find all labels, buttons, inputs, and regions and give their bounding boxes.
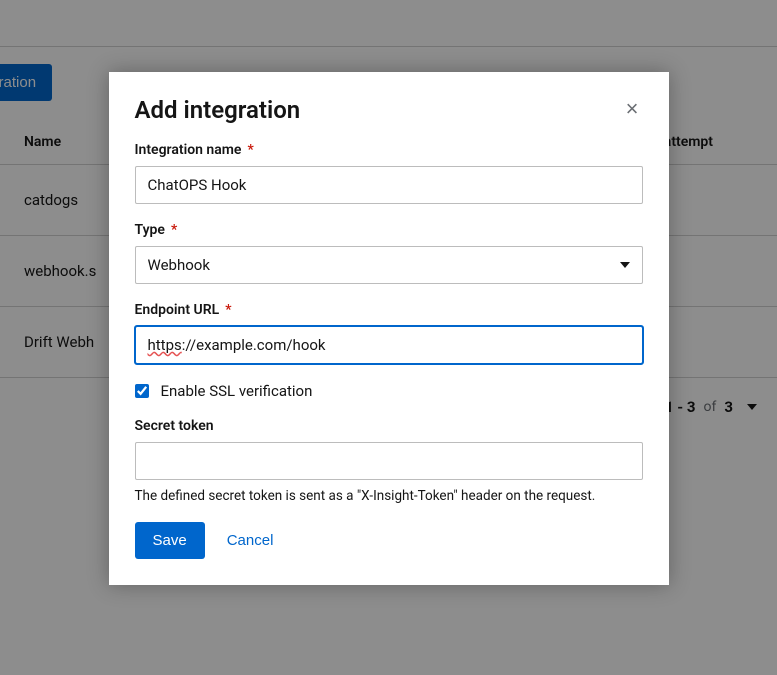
close-button[interactable]: × — [622, 96, 643, 122]
endpoint-url-label: Endpoint URL* — [135, 302, 643, 318]
integration-name-input[interactable] — [135, 166, 643, 204]
type-select-value: Webhook — [148, 256, 210, 274]
field-secret-token: Secret token The defined secret token is… — [135, 418, 643, 504]
close-icon: × — [626, 96, 639, 121]
field-integration-name: Integration name* — [135, 142, 643, 204]
field-ssl: Enable SSL verification — [135, 382, 643, 400]
add-integration-modal: Add integration × Integration name* Type… — [109, 72, 669, 585]
chevron-down-icon — [620, 262, 630, 268]
ssl-label: Enable SSL verification — [161, 382, 313, 400]
cancel-button[interactable]: Cancel — [223, 522, 278, 559]
type-select[interactable]: Webhook — [135, 246, 643, 284]
integration-name-label: Integration name* — [135, 142, 643, 158]
secret-token-label: Secret token — [135, 418, 643, 434]
endpoint-url-input[interactable]: https://example.com/hook — [135, 326, 643, 364]
modal-title: Add integration — [135, 96, 301, 124]
secret-token-help: The defined secret token is sent as a "X… — [135, 488, 643, 504]
save-button[interactable]: Save — [135, 522, 205, 559]
type-label: Type* — [135, 222, 643, 238]
field-type: Type* Webhook — [135, 222, 643, 284]
modal-actions: Save Cancel — [135, 522, 643, 559]
field-endpoint-url: Endpoint URL* https://example.com/hook — [135, 302, 643, 364]
secret-token-input[interactable] — [135, 442, 643, 480]
ssl-checkbox[interactable] — [135, 384, 149, 398]
modal-header: Add integration × — [135, 96, 643, 124]
modal-overlay: Add integration × Integration name* Type… — [0, 0, 777, 675]
